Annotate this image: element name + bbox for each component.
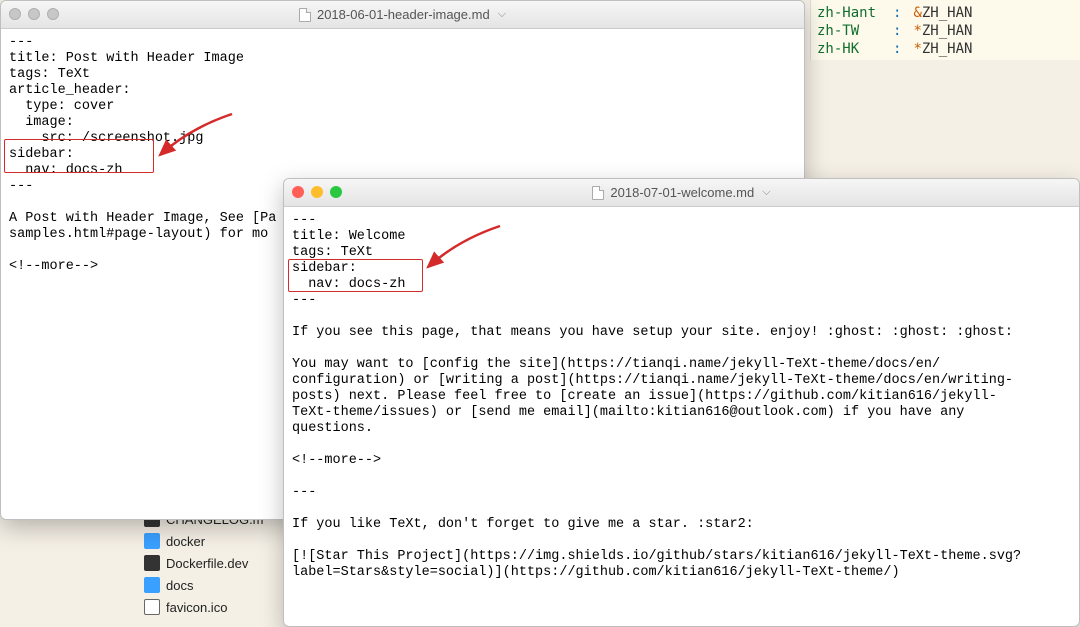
file-name: docker bbox=[166, 534, 205, 549]
traffic-lights bbox=[9, 8, 59, 20]
content-highlight: sidebar: nav: docs-zh bbox=[292, 261, 405, 292]
close-icon[interactable] bbox=[292, 186, 304, 198]
yaml-row: zh-TW : *ZH_HAN bbox=[817, 22, 1074, 40]
yaml-anchor: ZH_HAN bbox=[922, 23, 973, 39]
document-icon bbox=[299, 8, 311, 22]
maximize-icon[interactable] bbox=[47, 8, 59, 20]
yaml-colon: : bbox=[893, 41, 901, 57]
close-icon[interactable] bbox=[9, 8, 21, 20]
background-yaml-panel: zh-Hant : &ZH_HAN zh-TW : *ZH_HAN zh-HK … bbox=[810, 0, 1080, 60]
content-before: --- title: Post with Header Image tags: … bbox=[9, 35, 244, 146]
yaml-colon: : bbox=[893, 5, 901, 21]
folder-icon bbox=[144, 577, 160, 593]
file-name: favicon.ico bbox=[166, 600, 227, 615]
document-icon bbox=[592, 186, 604, 200]
editor-body[interactable]: --- title: Welcome tags: TeXt sidebar: n… bbox=[284, 207, 1079, 626]
chevron-down-icon[interactable]: ⌵ bbox=[498, 8, 506, 21]
file-name: docs bbox=[166, 578, 193, 593]
content-highlight: sidebar: nav: docs-zh bbox=[9, 147, 122, 178]
yaml-sym: * bbox=[913, 23, 921, 39]
yaml-sym: & bbox=[913, 5, 921, 21]
list-item[interactable]: favicon.ico bbox=[144, 596, 264, 618]
favicon-icon bbox=[144, 599, 160, 615]
content-after: --- If you see this page, that means you… bbox=[292, 293, 1021, 580]
yaml-row: zh-Hant : &ZH_HAN bbox=[817, 4, 1074, 22]
file-list: CHANGELOG.m docker Dockerfile.dev docs f… bbox=[144, 508, 264, 618]
maximize-icon[interactable] bbox=[330, 186, 342, 198]
title-center: 2018-06-01-header-image.md ⌵ bbox=[299, 7, 506, 22]
yaml-key: zh-Hant bbox=[817, 5, 881, 21]
editor-window-welcome[interactable]: 2018-07-01-welcome.md ⌵ --- title: Welco… bbox=[283, 178, 1080, 627]
window-title: 2018-07-01-welcome.md bbox=[610, 185, 754, 200]
yaml-anchor: ZH_HAN bbox=[922, 5, 973, 21]
title-center: 2018-07-01-welcome.md ⌵ bbox=[592, 185, 770, 200]
list-item[interactable]: docs bbox=[144, 574, 264, 596]
chevron-down-icon[interactable]: ⌵ bbox=[762, 186, 770, 199]
content-before: --- title: Welcome tags: TeXt bbox=[292, 213, 405, 260]
desktop: zh-Hant : &ZH_HAN zh-TW : *ZH_HAN zh-HK … bbox=[0, 0, 1080, 627]
traffic-lights bbox=[292, 186, 342, 198]
list-item[interactable]: docker bbox=[144, 530, 264, 552]
yaml-sym: * bbox=[913, 41, 921, 57]
minimize-icon[interactable] bbox=[311, 186, 323, 198]
yaml-key: zh-HK bbox=[817, 41, 881, 57]
file-icon bbox=[144, 555, 160, 571]
yaml-key: zh-TW bbox=[817, 23, 881, 39]
yaml-anchor: ZH_HAN bbox=[922, 41, 973, 57]
yaml-row: zh-HK : *ZH_HAN bbox=[817, 40, 1074, 58]
minimize-icon[interactable] bbox=[28, 8, 40, 20]
file-name: Dockerfile.dev bbox=[166, 556, 248, 571]
list-item[interactable]: Dockerfile.dev bbox=[144, 552, 264, 574]
yaml-colon: : bbox=[893, 23, 901, 39]
titlebar[interactable]: 2018-06-01-header-image.md ⌵ bbox=[1, 1, 804, 29]
content-after: --- A Post with Header Image, See [Pa sa… bbox=[9, 179, 276, 274]
window-title: 2018-06-01-header-image.md bbox=[317, 7, 490, 22]
titlebar[interactable]: 2018-07-01-welcome.md ⌵ bbox=[284, 179, 1079, 207]
folder-icon bbox=[144, 533, 160, 549]
